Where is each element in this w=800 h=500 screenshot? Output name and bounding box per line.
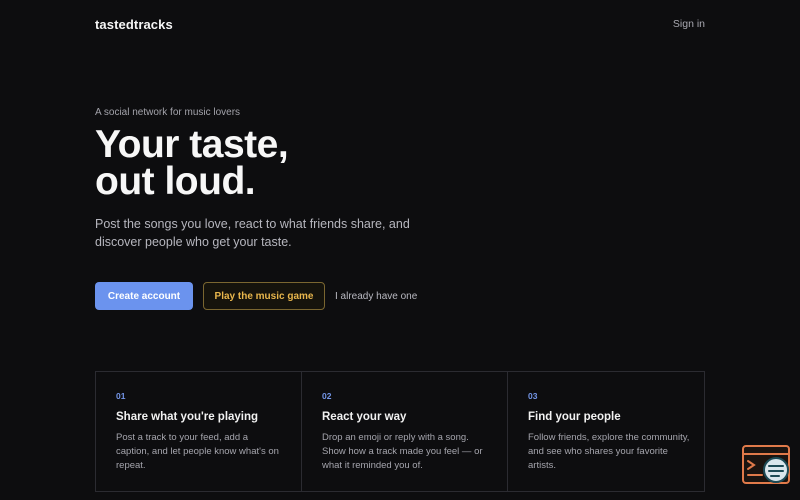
already-have-account-link[interactable]: I already have one <box>335 291 417 302</box>
feature-description: Drop an emoji or reply with a song. Show… <box>322 432 483 471</box>
features-grid: 01 Share what you're playing Post a trac… <box>95 371 705 492</box>
hero-headline: Your taste, out loud. <box>95 123 495 203</box>
feature-number: 02 <box>322 391 332 401</box>
feature-title: React your way <box>322 411 407 423</box>
sign-in-link[interactable]: Sign in <box>673 18 705 30</box>
hero-section: A social network for music lovers Your t… <box>95 107 495 251</box>
top-nav: tastedtracks Sign in <box>95 16 705 32</box>
hero-subtext: Post the songs you love, react to what f… <box>95 217 410 249</box>
headline-line-1: Your taste, <box>95 123 289 166</box>
feature-title: Find your people <box>528 411 621 423</box>
create-account-button[interactable]: Create account <box>95 282 193 310</box>
feature-card-find: 03 Find your people Follow friends, expl… <box>508 372 713 491</box>
hero-eyebrow: A social network for music lovers <box>95 107 241 118</box>
terminal-chat-icon[interactable] <box>742 445 790 485</box>
logo[interactable]: tastedtracks <box>95 17 173 32</box>
feature-description: Follow friends, explore the community, a… <box>528 432 690 471</box>
feature-number: 03 <box>528 391 538 401</box>
terminal-chat-icon-graphic <box>742 445 790 484</box>
feature-card-react: 02 React your way Drop an emoji or reply… <box>302 372 508 491</box>
feature-card-share: 01 Share what you're playing Post a trac… <box>96 372 302 491</box>
feature-description: Post a track to your feed, add a caption… <box>116 432 279 471</box>
play-music-game-button[interactable]: Play the music game <box>203 282 325 310</box>
feature-number: 01 <box>116 391 126 401</box>
feature-title: Share what you're playing <box>116 411 259 423</box>
landing-page: tastedtracks Sign in A social network fo… <box>0 0 800 500</box>
cta-row: Create account Play the music game I alr… <box>95 282 417 310</box>
headline-line-2: out loud. <box>95 160 256 203</box>
